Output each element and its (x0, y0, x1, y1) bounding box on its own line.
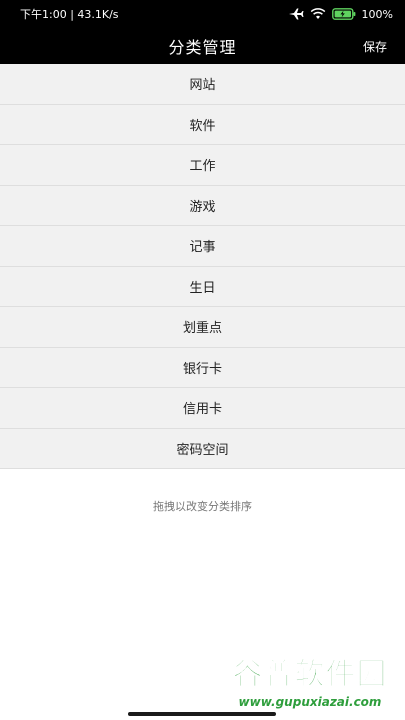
drag-sort-hint: 拖拽以改变分类排序 (153, 500, 252, 513)
category-item-password-space[interactable]: 密码空间 (0, 428, 405, 469)
category-item-notes[interactable]: 记事 (0, 226, 405, 267)
battery-level: 100% (361, 7, 393, 21)
category-item-birthday[interactable]: 生日 (0, 266, 405, 307)
category-item-website[interactable]: 网站 (0, 64, 405, 105)
watermark-brand: 谷普软件园 (232, 657, 388, 693)
category-item-bank-card[interactable]: 银行卡 (0, 347, 405, 388)
category-list: 网站 软件 工作 游戏 记事 生日 划重点 银行卡 信用卡 密码空间 (0, 64, 405, 469)
watermark-logo: 谷普软件园 www.gupuxiazai.com (219, 656, 401, 718)
category-item-games[interactable]: 游戏 (0, 185, 405, 226)
category-item-work[interactable]: 工作 (0, 145, 405, 186)
status-bar: 下午1:00 | 43.1K/s 100% (0, 0, 405, 28)
page-title: 分类管理 (168, 38, 237, 57)
battery-icon (331, 8, 356, 20)
category-item-software[interactable]: 软件 (0, 104, 405, 145)
app-header: 分类管理 保存 (0, 28, 405, 64)
category-item-highlights[interactable]: 划重点 (0, 307, 405, 348)
home-indicator[interactable] (128, 712, 276, 716)
status-icons: 100% (288, 8, 393, 21)
wifi-icon (310, 8, 326, 20)
airplane-icon (288, 8, 304, 20)
category-item-credit-card[interactable]: 信用卡 (0, 388, 405, 429)
save-button[interactable]: 保存 (363, 28, 387, 64)
watermark-url: www.gupuxiazai.com (238, 695, 382, 709)
status-time-speed: 下午1:00 | 43.1K/s (20, 8, 119, 21)
